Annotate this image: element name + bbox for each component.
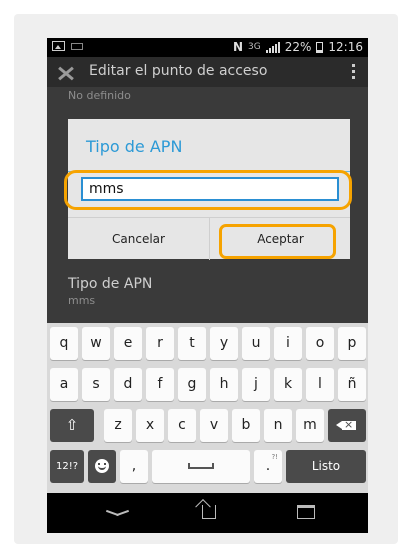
battery-icon [316,41,324,53]
status-bar: N 3G 22% 12:16 [47,38,368,57]
back-icon[interactable] [106,507,128,517]
key-a[interactable]: a [50,368,78,401]
key-r[interactable]: r [146,327,174,360]
backspace-key[interactable] [328,409,366,442]
comma-key[interactable]: , [120,450,148,483]
page-title: Editar el punto de acceso [89,63,268,79]
key-q[interactable]: q [50,327,78,360]
period-hint: ?! [271,453,278,461]
key-o[interactable]: o [306,327,334,360]
space-icon [188,463,214,469]
period-label: . [265,458,271,474]
emoji-icon [95,459,109,473]
recent-apps-icon[interactable] [297,505,315,519]
key-c[interactable]: c [168,409,196,442]
wrench-screwdriver-icon [55,63,77,83]
key-l[interactable]: l [306,368,334,401]
key-z[interactable]: z [104,409,132,442]
key-j[interactable]: j [242,368,270,401]
key-x[interactable]: x [136,409,164,442]
key-p[interactable]: p [338,327,366,360]
symbols-key[interactable]: 12!? [50,450,84,483]
home-icon[interactable] [202,505,216,519]
phone-screen: N 3G 22% 12:16 Editar el punto de acceso… [47,38,368,533]
key-b[interactable]: b [232,409,260,442]
emoji-key[interactable] [88,450,116,483]
image-notification-icon [52,41,65,51]
network-type: 3G [248,42,261,52]
shift-icon: ⇧ [65,416,79,434]
key-u[interactable]: u [242,327,270,360]
key-s[interactable]: s [82,368,110,401]
key-n-tilde[interactable]: ñ [338,368,366,401]
key-t[interactable]: t [178,327,206,360]
cancel-button[interactable]: Cancelar [68,218,209,260]
accept-highlight [219,224,336,259]
apn-type-list-item-value: mms [68,294,96,307]
key-w[interactable]: w [82,327,110,360]
key-v[interactable]: v [200,409,228,442]
keyboard-notification-icon [71,42,83,50]
period-key[interactable]: ?!. [254,450,282,483]
navigation-bar [47,493,368,533]
apn-type-list-item-title[interactable]: Tipo de APN [68,276,152,292]
nfc-icon: N [232,40,244,54]
key-k[interactable]: k [274,368,302,401]
battery-percent: 22% [284,40,312,54]
keyboard: q w e r t y u i o p a s d f g h j k l ñ … [47,323,368,493]
key-g[interactable]: g [178,368,206,401]
overflow-menu-icon[interactable] [352,64,355,79]
clock: 12:16 [328,40,363,54]
done-key[interactable]: Listo [286,450,366,483]
key-n[interactable]: n [264,409,292,442]
shift-key[interactable]: ⇧ [50,409,94,442]
key-e[interactable]: e [114,327,142,360]
apn-type-input[interactable] [81,177,339,201]
signal-icon [265,41,280,53]
key-y[interactable]: y [210,327,238,360]
key-d[interactable]: d [114,368,142,401]
previous-item-value: No definido [68,89,131,102]
dialog-title: Tipo de APN [86,137,183,156]
space-key[interactable] [152,450,250,483]
apn-type-dialog: Tipo de APN Cancelar Aceptar [64,119,352,260]
app-bar: Editar el punto de acceso [47,57,368,87]
key-i[interactable]: i [274,327,302,360]
key-f[interactable]: f [146,368,174,401]
key-m[interactable]: m [296,409,324,442]
key-h[interactable]: h [210,368,238,401]
backspace-icon [336,416,356,434]
